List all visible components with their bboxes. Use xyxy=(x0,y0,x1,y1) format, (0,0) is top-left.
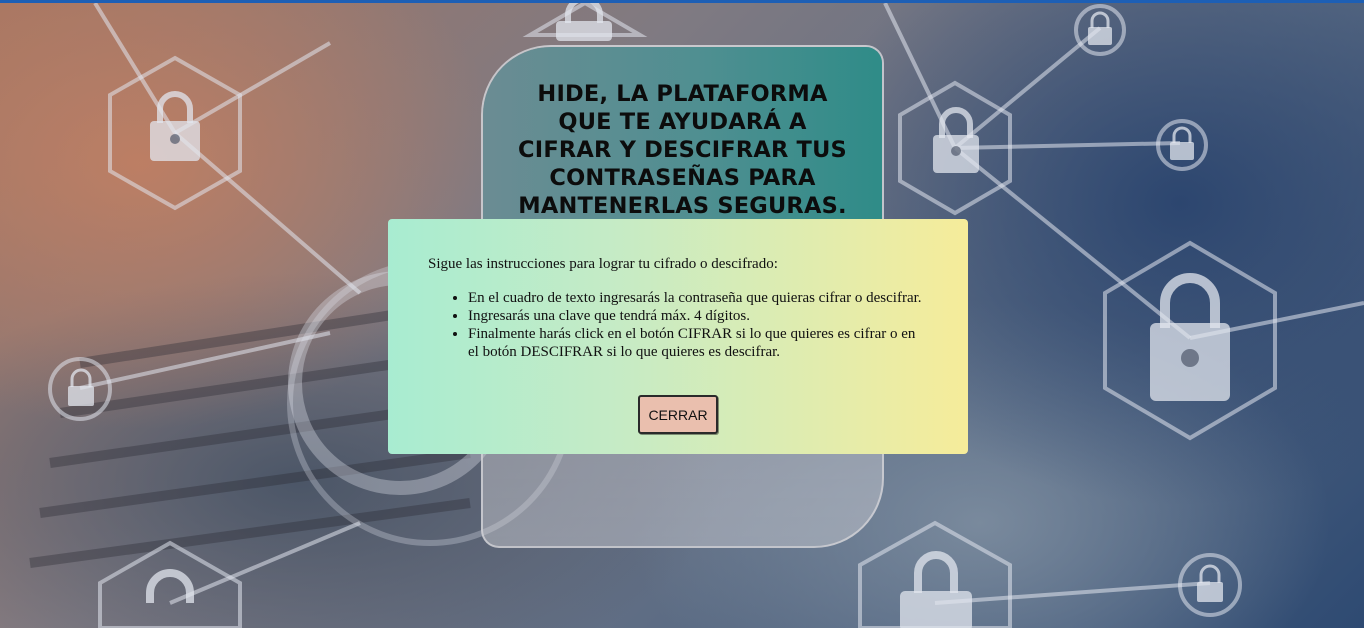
padlock-icon xyxy=(1197,564,1223,602)
instruction-step: Finalmente harás click en el botón CIFRA… xyxy=(468,325,928,361)
hero-title-line: CIFRAR Y DESCIFRAR TUS xyxy=(518,137,847,163)
close-button[interactable]: CERRAR xyxy=(638,395,718,434)
modal-intro-text: Sigue las instrucciones para lograr tu c… xyxy=(428,256,778,272)
padlock-icon xyxy=(1170,126,1194,160)
padlock-icon xyxy=(68,368,94,406)
padlock-icon xyxy=(556,3,612,41)
instruction-step: Ingresarás una clave que tendrá máx. 4 d… xyxy=(468,307,928,325)
instructions-list: En el cuadro de texto ingresarás la cont… xyxy=(428,289,928,361)
padlock-icon xyxy=(933,107,979,173)
hero-title-line: MANTENERLAS SEGURAS. xyxy=(518,193,847,219)
padlock-icon xyxy=(900,551,972,628)
padlock-icon xyxy=(1150,273,1230,401)
hero-title-line: QUE TE AYUDARÁ A xyxy=(558,109,807,135)
padlock-icon xyxy=(1088,11,1112,45)
hero-title: HIDE, LA PLATAFORMA QUE TE AYUDARÁ A CIF… xyxy=(483,80,882,220)
hero-title-line: HIDE, LA PLATAFORMA xyxy=(537,81,828,107)
hero-title-line: CONTRASEÑAS PARA xyxy=(549,165,816,191)
instruction-step: En el cuadro de texto ingresarás la cont… xyxy=(468,289,928,307)
